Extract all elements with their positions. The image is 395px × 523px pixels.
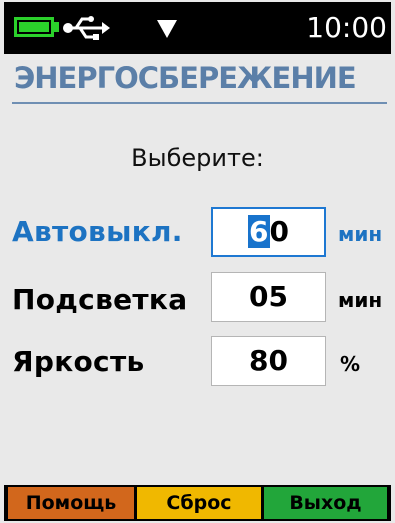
page-title: ЭНЕРГОСБЕРЕЖЕНИЕ xyxy=(14,61,357,95)
brightness-value-field[interactable]: 80 xyxy=(211,336,326,386)
backlight-label: Подсветка xyxy=(12,283,188,316)
exit-button[interactable]: Выход xyxy=(264,487,387,519)
autooff-label: Автовыкл. xyxy=(12,215,183,248)
energy-saving-screen: 10:00 ЭНЕРГОСБЕРЕЖЕНИЕ Выберите: Автовык… xyxy=(0,0,395,523)
prompt-text: Выберите: xyxy=(131,144,264,172)
clock: 10:00 xyxy=(306,11,387,44)
reset-button[interactable]: Сброс xyxy=(137,487,261,519)
backlight-value-field[interactable]: 05 xyxy=(211,272,326,322)
battery-icon xyxy=(14,17,54,37)
signal-icon xyxy=(157,20,177,38)
autooff-unit: мин xyxy=(338,222,383,246)
brightness-label: Яркость xyxy=(12,345,145,378)
autooff-value-field[interactable]: 60 xyxy=(211,207,326,257)
softkey-bar: Помощь Сброс Выход xyxy=(4,485,391,521)
status-bar: 10:00 xyxy=(4,2,391,54)
help-button[interactable]: Помощь xyxy=(8,487,134,519)
backlight-unit: мин xyxy=(338,288,383,312)
battery-tip xyxy=(54,22,59,32)
brightness-unit: % xyxy=(340,352,361,376)
title-divider xyxy=(12,102,387,104)
usb-icon xyxy=(63,16,110,40)
autooff-value-cursor: 6 xyxy=(248,215,270,248)
autooff-value-rest: 0 xyxy=(269,215,289,248)
